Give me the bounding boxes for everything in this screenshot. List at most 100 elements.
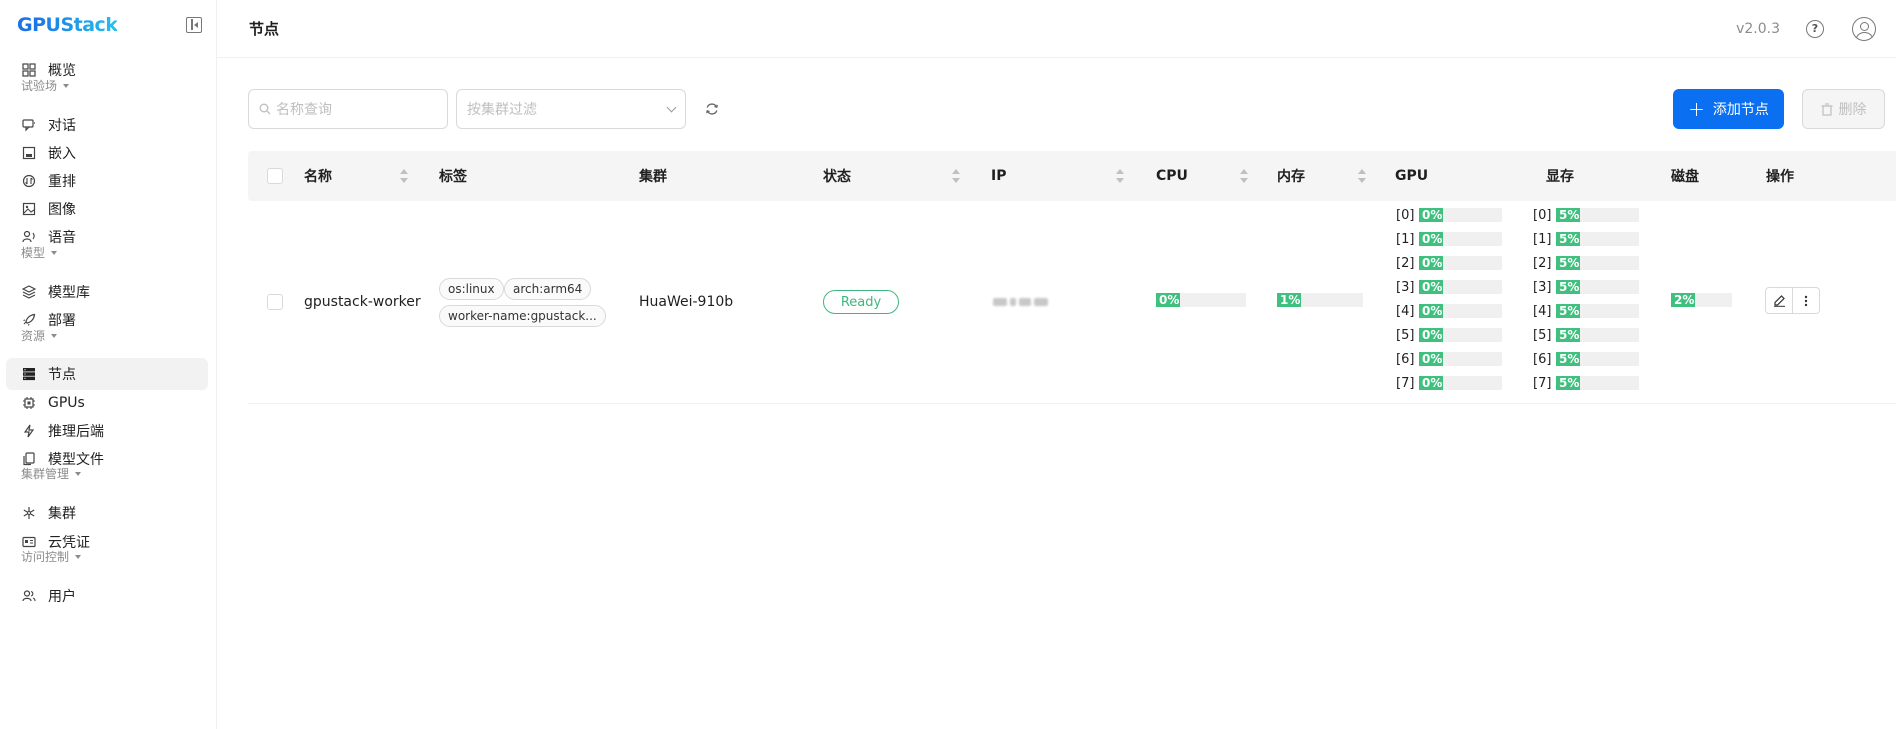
cluster-icon <box>22 506 36 520</box>
header-right: v2.0.3 ? <box>1736 16 1876 41</box>
table-header: 名称 标签 集群 状态 IP CPU 内存 GPU 显存 磁盘 操作 <box>248 151 1896 201</box>
column-header-5[interactable]: CPU <box>1156 151 1188 201</box>
gpu-usage-index: [4] <box>1396 303 1415 319</box>
add-node-button[interactable]: + 添加节点 <box>1673 89 1784 129</box>
help-icon[interactable]: ? <box>1806 19 1824 38</box>
vram-usage-bar-fill: 5% <box>1556 256 1580 270</box>
bolt-icon <box>22 424 36 438</box>
gpu-usage-bar-fill: 0% <box>1419 208 1443 222</box>
sort-icon[interactable] <box>952 169 960 183</box>
caret-down-icon <box>51 333 58 338</box>
more-vertical-icon <box>1805 295 1808 306</box>
ip-address-redacted <box>993 298 1048 306</box>
nav-group-resources[interactable]: 资源 <box>21 327 58 344</box>
logo-letter: G <box>17 14 33 36</box>
delete-button[interactable]: 删除 <box>1802 89 1885 129</box>
rerank-icon <box>22 174 36 188</box>
nav-group-cluster-mgmt[interactable]: 集群管理 <box>21 465 82 482</box>
nav-group-label: 资源 <box>21 329 46 343</box>
label-tag: os:linux <box>439 278 504 300</box>
sidebar-item-nodes[interactable]: 节点 <box>6 358 208 390</box>
label-tag: arch:arm64 <box>504 278 592 300</box>
vram-usage-bar-fill: 5% <box>1556 208 1580 222</box>
vram-usage-bar-fill: 5% <box>1556 376 1580 390</box>
sidebar-item-label: GPUs <box>48 395 85 411</box>
vram-usage-index: [0] <box>1533 207 1552 223</box>
collapse-sidebar-icon[interactable] <box>186 17 202 33</box>
refresh-button[interactable] <box>702 99 722 119</box>
sidebar-item-label: 集群 <box>48 506 76 522</box>
sidebar-item-label: 模型库 <box>48 285 90 301</box>
ip-blur-segment <box>993 298 1007 306</box>
nav-group-playground[interactable]: 试验场 <box>21 77 70 94</box>
gpu-usage-index: [6] <box>1396 351 1415 367</box>
column-header-0[interactable]: 名称 <box>304 151 332 201</box>
sort-icon[interactable] <box>1240 169 1248 183</box>
toolbar: 名称查询 按集群过滤 + 添加节点 删除 <box>248 89 1885 129</box>
vram-usage-bar: 5% <box>1556 304 1639 318</box>
nav-group-label: 试验场 <box>21 79 58 93</box>
logo-row: GPUStack <box>0 0 216 50</box>
gpu-usage-bar: 0% <box>1419 280 1502 294</box>
sort-icon[interactable] <box>1116 169 1124 183</box>
gpu-usage-bar: 0% <box>1419 352 1502 366</box>
nav-group-label: 集群管理 <box>21 467 70 481</box>
grid-icon <box>22 63 36 77</box>
logo[interactable]: GPUStack <box>17 14 118 36</box>
cluster-filter-select[interactable]: 按集群过滤 <box>456 89 686 129</box>
ip-blur-segment <box>1010 298 1016 306</box>
nav-group-models-group[interactable]: 模型 <box>21 244 58 261</box>
status-badge: Ready <box>823 290 899 314</box>
vram-usage-index: [3] <box>1533 279 1552 295</box>
sort-icon[interactable] <box>1358 169 1366 183</box>
vram-usage-bar: 5% <box>1556 256 1639 270</box>
chip-icon <box>22 396 36 410</box>
column-header-8: 显存 <box>1546 169 1574 185</box>
select-all-cell <box>267 151 283 201</box>
vram-usage-index: [1] <box>1533 231 1552 247</box>
user-avatar-icon[interactable] <box>1852 16 1876 41</box>
gpu-usage-index: [5] <box>1396 327 1415 343</box>
gpu-usage-bar: 0% <box>1419 328 1502 342</box>
select-all-checkbox[interactable] <box>267 168 283 184</box>
gpu-usage-index: [7] <box>1396 375 1415 391</box>
nodes-table: 名称 标签 集群 状态 IP CPU 内存 GPU 显存 磁盘 操作 gpustack-worker… <box>248 151 1896 404</box>
row-checkbox[interactable] <box>267 294 283 310</box>
sidebar-item-users[interactable]: 用户 <box>6 580 208 612</box>
nav-group-label: 访问控制 <box>21 550 70 564</box>
sidebar: GPUStack 概览 试验场 对话 嵌入 重排 图像 语音 模型 模型库 部署 资源 节点 GPUs 推… <box>0 0 217 729</box>
credential-icon <box>22 535 36 549</box>
files-icon <box>22 452 36 466</box>
sidebar-item-label: 推理后端 <box>48 424 104 440</box>
column-header-3[interactable]: 状态 <box>823 151 851 201</box>
audio-icon <box>22 230 36 244</box>
vram-usage-bar-fill: 5% <box>1556 280 1580 294</box>
sidebar-item-label: 嵌入 <box>48 146 76 162</box>
vram-usage-index: [5] <box>1533 327 1552 343</box>
vram-usage-bar: 5% <box>1556 376 1639 390</box>
plus-icon: + <box>1688 97 1705 121</box>
delete-label: 删除 <box>1838 102 1867 118</box>
more-actions-button[interactable] <box>1792 288 1819 313</box>
ip-blur-segment <box>1019 298 1031 306</box>
column-header-6[interactable]: 内存 <box>1277 151 1305 201</box>
layers-icon <box>22 285 36 299</box>
node-name[interactable]: gpustack-worker <box>304 292 421 312</box>
logo-text: PUStack <box>32 14 118 36</box>
column-header-7: GPU <box>1395 168 1429 184</box>
column-header-4[interactable]: IP <box>991 151 1006 201</box>
row-select-cell <box>267 294 283 310</box>
nav-group-access[interactable]: 访问控制 <box>21 548 82 565</box>
disk-usage-bar-fill: 2% <box>1671 293 1695 307</box>
cpu-usage-bar-fill: 0% <box>1156 293 1180 307</box>
gpu-usage-bar: 0% <box>1419 376 1502 390</box>
edit-button[interactable] <box>1766 288 1792 313</box>
sidebar-item-label: 重排 <box>48 174 76 190</box>
sort-icon[interactable] <box>400 169 408 183</box>
sidebar-item-clusters[interactable]: 集群 <box>6 497 208 529</box>
cluster-filter-placeholder: 按集群过滤 <box>467 102 537 118</box>
search-input[interactable]: 名称查询 <box>248 89 448 129</box>
vram-usage-bar: 5% <box>1556 328 1639 342</box>
gpu-usage-bar-fill: 0% <box>1419 280 1443 294</box>
ip-blur-segment <box>1034 298 1048 306</box>
